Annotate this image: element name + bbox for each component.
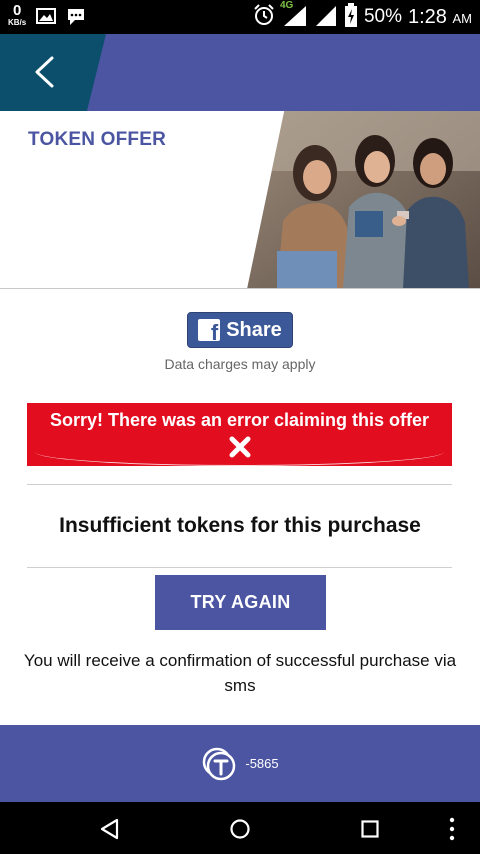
more-vert-icon bbox=[449, 817, 455, 841]
back-arrow-icon bbox=[35, 56, 54, 88]
divider bbox=[27, 484, 452, 485]
message-notification-icon bbox=[66, 8, 86, 31]
status-bar: 0 KB/s 4G 50% 1:28 AM bbox=[0, 0, 480, 34]
battery-percent: 50% bbox=[363, 6, 402, 27]
nav-recents-button[interactable] bbox=[356, 815, 384, 843]
share-section: f Share Data charges may apply bbox=[0, 312, 480, 372]
result-message: Insufficient tokens for this purchase bbox=[59, 514, 421, 537]
divider bbox=[27, 567, 452, 568]
offer-photo bbox=[247, 111, 480, 288]
token-footer: -5865 bbox=[0, 725, 480, 802]
data-charges-note: Data charges may apply bbox=[164, 356, 316, 372]
signal-icon bbox=[314, 4, 338, 31]
offer-hero: TOKEN OFFER bbox=[0, 111, 480, 289]
app-bar bbox=[0, 34, 480, 111]
error-message: Sorry! There was an error claiming this … bbox=[49, 410, 430, 430]
battery-icon bbox=[344, 2, 358, 32]
error-banner: Sorry! There was an error claiming this … bbox=[27, 403, 452, 466]
token-icon bbox=[203, 747, 236, 780]
alarm-icon bbox=[252, 3, 276, 32]
signal-4g-icon: 4G bbox=[280, 0, 308, 31]
facebook-share-button[interactable]: f Share bbox=[187, 312, 293, 348]
circle-home-icon bbox=[230, 819, 250, 839]
facebook-icon: f bbox=[198, 319, 221, 344]
banner-curve bbox=[35, 452, 444, 466]
square-recents-icon bbox=[361, 820, 379, 838]
system-nav-bar bbox=[0, 802, 480, 854]
back-button[interactable] bbox=[24, 52, 64, 92]
network-speed: 0 KB/s bbox=[8, 2, 27, 27]
offer-title: TOKEN OFFER bbox=[28, 129, 167, 150]
token-balance: -5865 bbox=[245, 756, 279, 771]
clock: 1:28 AM bbox=[408, 5, 472, 28]
gallery-notification-icon bbox=[36, 8, 57, 29]
nav-back-button[interactable] bbox=[96, 815, 124, 843]
confirmation-text: You will receive a confirmation of succe… bbox=[23, 651, 457, 695]
nav-home-button[interactable] bbox=[226, 815, 254, 843]
offer-content: TOKEN OFFER f Share Data charges may app… bbox=[0, 111, 480, 725]
triangle-back-icon bbox=[100, 818, 119, 840]
nav-menu-button[interactable] bbox=[438, 815, 466, 843]
try-again-button[interactable]: TRY AGAIN bbox=[155, 575, 326, 630]
